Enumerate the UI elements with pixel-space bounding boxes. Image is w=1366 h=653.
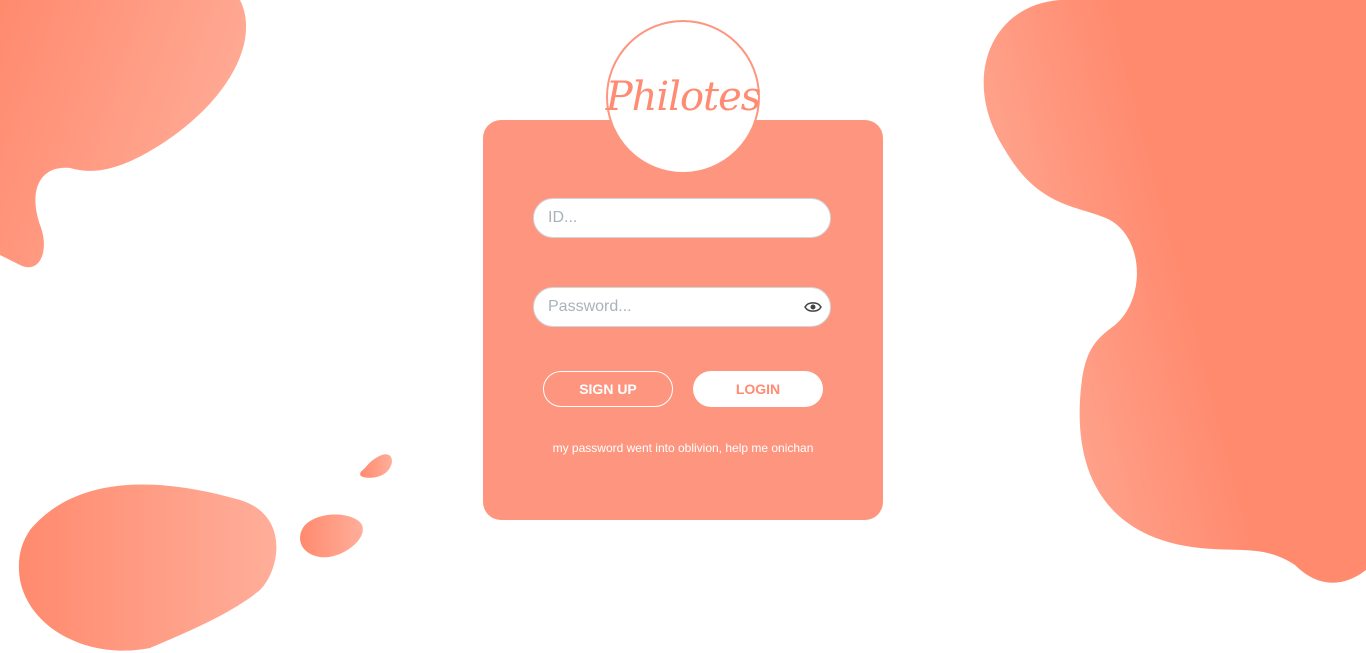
password-field[interactable]: [533, 287, 831, 327]
id-field[interactable]: [533, 198, 831, 238]
login-card: SIGN UP LOGIN my password went into obli…: [483, 120, 883, 520]
forgot-password-link[interactable]: my password went into oblivion, help me …: [483, 441, 883, 455]
blob-tiny: [360, 454, 392, 478]
blob-top-left: [0, 0, 247, 268]
login-button[interactable]: LOGIN: [693, 371, 823, 407]
blob-right: [983, 0, 1366, 583]
id-input[interactable]: [534, 209, 830, 227]
eye-icon[interactable]: [804, 301, 822, 313]
blob-bottom-left: [18, 484, 277, 651]
sign-up-button[interactable]: SIGN UP: [543, 371, 673, 407]
logo-text: Philotes: [605, 74, 762, 120]
logo: Philotes: [605, 20, 762, 174]
password-input[interactable]: [534, 298, 804, 316]
blob-small: [300, 514, 363, 558]
